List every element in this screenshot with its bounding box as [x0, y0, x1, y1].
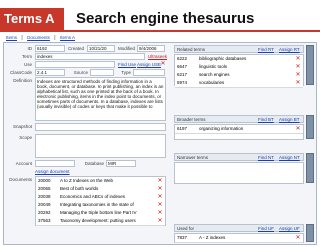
narrower-terms-list	[174, 162, 304, 184]
close-x-icon[interactable]: ✕	[157, 186, 163, 192]
modified-field: 9/4/2006	[137, 45, 165, 52]
list-item[interactable]: 7837 A - Z indexes ✕	[175, 234, 303, 243]
list-item[interactable]: 5974 vocabularies ✕	[175, 79, 303, 88]
definition-label: Definition	[13, 78, 32, 83]
page-title: Search engine thesaurus	[76, 10, 255, 27]
broader-terms-list: 6197 organizing information ✕	[174, 124, 304, 140]
find-uf-link[interactable]: Find UF	[258, 226, 274, 231]
breadcrumb-sep: |	[21, 35, 23, 41]
term-field[interactable]: indexes	[35, 53, 145, 60]
broader-terms-title: Broader terms	[177, 117, 206, 122]
close-x-icon[interactable]: ✕	[157, 210, 163, 216]
used-for-list: 7837 A - Z indexes ✕	[174, 233, 304, 243]
classcode-label: ClassCode	[9, 70, 32, 75]
find-rt-link[interactable]: Find RT	[258, 47, 274, 52]
created-field: 10/21/20	[87, 45, 115, 52]
database-field[interactable]: MIR	[106, 160, 136, 167]
term-status-link[interactable]: Ultraseek	[148, 54, 167, 59]
breadcrumb-documents[interactable]: Documents	[27, 35, 50, 40]
id-field: 6192	[35, 45, 65, 52]
snapshot-field[interactable]	[35, 123, 166, 131]
record-panel: ID 6192 Created 10/21/20 Modified 9/4/20…	[3, 42, 317, 245]
type-field[interactable]	[133, 69, 165, 76]
assign-nt-link[interactable]: Assign NT	[279, 155, 300, 160]
id-label: ID	[27, 46, 33, 51]
database-label: Database	[84, 161, 104, 166]
close-x-icon[interactable]: ✕	[295, 56, 301, 62]
assign-uf-link[interactable]: Assign UF	[279, 226, 300, 231]
narrower-terms-title: Narrower terms	[177, 155, 209, 160]
list-item[interactable]: 6197 organizing information ✕	[175, 125, 303, 134]
close-x-icon[interactable]: ✕	[157, 202, 163, 208]
assign-rt-link[interactable]: Assign RT	[279, 47, 300, 52]
find-nt-link[interactable]: Find NT	[258, 155, 274, 160]
close-x-icon[interactable]: ✕	[295, 126, 301, 132]
close-x-icon[interactable]: ✕	[157, 218, 163, 224]
related-terms-title: Related terms	[177, 47, 206, 52]
documents-label: Documents	[9, 177, 32, 182]
list-item[interactable]: 37563 Taxonomy development: putting users…	[36, 217, 165, 226]
breadcrumb-sep: |	[54, 35, 56, 41]
breadcrumb: Items | Documents | Items A	[6, 35, 78, 41]
account-label: Account	[15, 161, 32, 166]
tab-terms-a[interactable]: Terms A	[0, 8, 64, 30]
scope-label: Scope	[19, 135, 32, 140]
close-x-icon[interactable]: ✕	[160, 61, 166, 67]
type-label: Type	[121, 70, 131, 75]
used-for-scrollbar[interactable]	[306, 224, 314, 242]
assign-bt-link[interactable]: Assign BT	[279, 117, 300, 122]
close-x-icon[interactable]: ✕	[295, 72, 301, 78]
source-label: Source	[73, 70, 88, 75]
account-field[interactable]	[35, 160, 75, 167]
find-bt-link[interactable]: Find BT	[258, 117, 274, 122]
header-rule	[0, 30, 320, 32]
used-for-header: Used for Find UF Assign UF	[174, 224, 304, 232]
related-terms-list: 6222 bibliographic databases ✕ 6647 linguis…	[174, 54, 304, 88]
close-x-icon[interactable]: ✕	[157, 194, 163, 200]
find-use-link[interactable]: Find Use	[118, 62, 136, 67]
documents-list: 20000 A to Z Indexes on the Web ✕ 20065 Bes…	[35, 176, 166, 226]
created-label: Created	[67, 46, 84, 51]
scope-field[interactable]	[35, 134, 166, 158]
close-x-icon[interactable]: ✕	[157, 178, 163, 184]
modified-label: Modified	[117, 46, 135, 51]
used-for-title: Used for	[177, 226, 195, 231]
snapshot-label: Snapshot	[12, 124, 32, 129]
use-field[interactable]	[35, 61, 115, 68]
breadcrumb-items-a[interactable]: Items A	[60, 35, 75, 40]
classcode-field[interactable]: 2.4.1	[35, 69, 65, 76]
breadcrumb-items[interactable]: Items	[6, 35, 17, 40]
close-x-icon[interactable]: ✕	[295, 80, 301, 86]
close-x-icon[interactable]: ✕	[295, 235, 301, 241]
term-label: Term	[22, 54, 32, 59]
assign-document-link[interactable]: Assign document	[35, 169, 70, 174]
broader-terms-header: Broader terms Find BT Assign BT	[174, 115, 304, 123]
use-label: Use	[23, 62, 32, 67]
narrower-scrollbar[interactable]	[306, 153, 314, 183]
narrower-terms-header: Narrower terms Find NT Assign NT	[174, 153, 304, 161]
related-terms-header: Related terms Find RT Assign RT	[174, 45, 304, 53]
source-field[interactable]	[90, 69, 114, 76]
assign-use-link[interactable]: Assign USE	[137, 62, 161, 67]
related-scrollbar[interactable]	[306, 45, 314, 85]
definition-textarea[interactable]: Indexes are structured methods of findin…	[35, 77, 166, 121]
close-x-icon[interactable]: ✕	[295, 64, 301, 70]
broader-scrollbar[interactable]	[306, 115, 314, 139]
